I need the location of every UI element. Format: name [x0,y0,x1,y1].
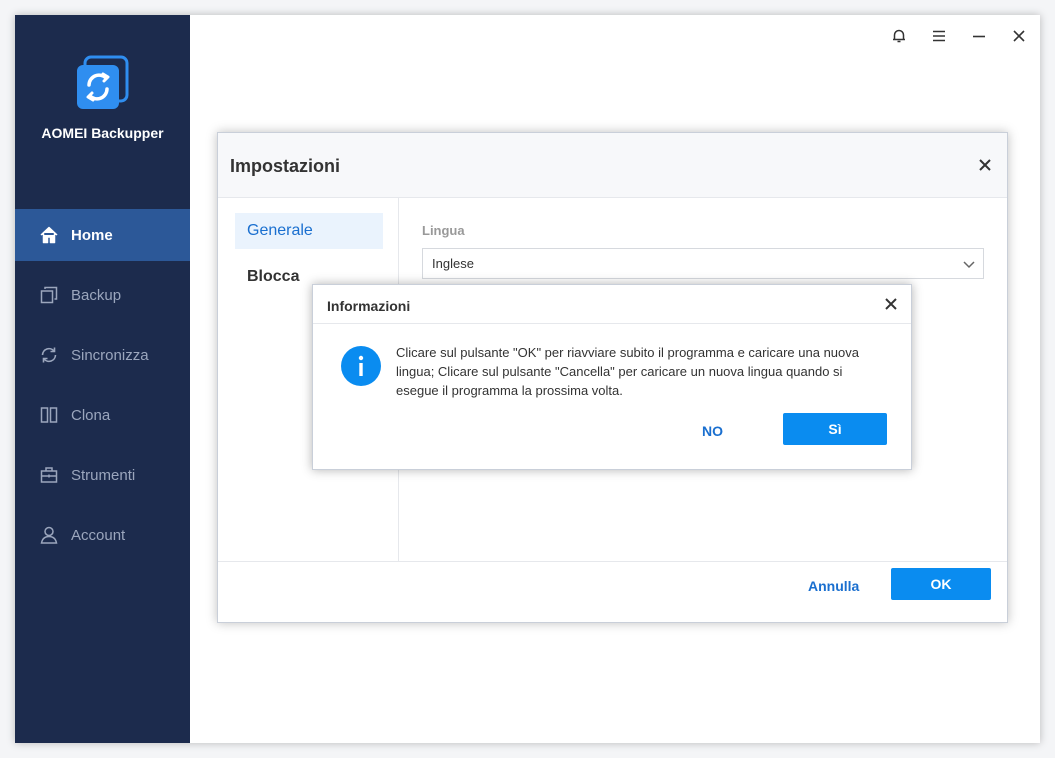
info-title: Informazioni [327,298,411,314]
close-icon[interactable] [883,296,899,312]
tab-generale[interactable]: Generale [235,213,383,249]
info-message-line: Clicare sul pulsante "OK" per riavviare … [396,345,859,360]
app-name: AOMEI Backupper [41,125,164,141]
cancel-button[interactable]: Annulla [808,578,859,594]
sidebar-item-sincronizza[interactable]: Sincronizza [15,329,190,381]
info-icon [341,346,381,386]
language-value: Inglese [432,256,474,271]
sidebar-item-label: Account [71,526,126,544]
tools-icon [38,464,60,486]
language-label: Lingua [422,223,465,238]
window-controls [888,25,1030,47]
close-icon[interactable] [1008,25,1030,47]
yes-button[interactable]: Sì [783,413,887,445]
sidebar-item-clona[interactable]: Clona [15,389,190,441]
sidebar-item-label: Home [71,226,113,244]
close-icon[interactable] [975,155,995,175]
no-button[interactable]: NO [702,423,723,439]
clone-icon [38,404,60,426]
info-message-line: lingua; Clicare sul pulsante "Cancella" … [396,364,843,379]
sidebar-item-label: Sincronizza [71,346,149,364]
sidebar-item-label: Clona [71,406,111,424]
chevron-down-icon [961,256,977,272]
menu-icon[interactable] [928,25,950,47]
sidebar-item-label: Strumenti [71,466,136,484]
app-logo-icon [73,55,131,113]
sync-icon [38,344,60,366]
account-icon [38,524,60,546]
sidebar-item-backup[interactable]: Backup [15,269,190,321]
settings-title: Impostazioni [230,156,341,176]
sidebar-item-strumenti[interactable]: Strumenti [15,449,190,501]
home-icon [38,224,60,246]
app-window: AOMEI Backupper Home Backup Sincronizza … [15,15,1040,743]
info-message-line: esegue il programma la prossima volta. [396,383,623,398]
sidebar-item-home[interactable]: Home [15,209,190,261]
minimize-icon[interactable] [968,25,990,47]
sidebar: AOMEI Backupper Home Backup Sincronizza … [15,15,190,743]
sidebar-item-account[interactable]: Account [15,509,190,561]
backup-icon [38,284,60,306]
settings-header: Impostazioni [218,133,1007,198]
settings-footer: Annulla OK [218,561,1007,623]
info-header: Informazioni [313,285,911,324]
info-dialog: Informazioni Clicare sul pulsante "OK" p… [312,284,912,470]
ok-button[interactable]: OK [891,568,991,600]
language-select[interactable]: Inglese [422,248,984,279]
sidebar-item-label: Backup [71,286,122,304]
bell-icon[interactable] [888,25,910,47]
info-message: Clicare sul pulsante "OK" per riavviare … [396,343,891,400]
